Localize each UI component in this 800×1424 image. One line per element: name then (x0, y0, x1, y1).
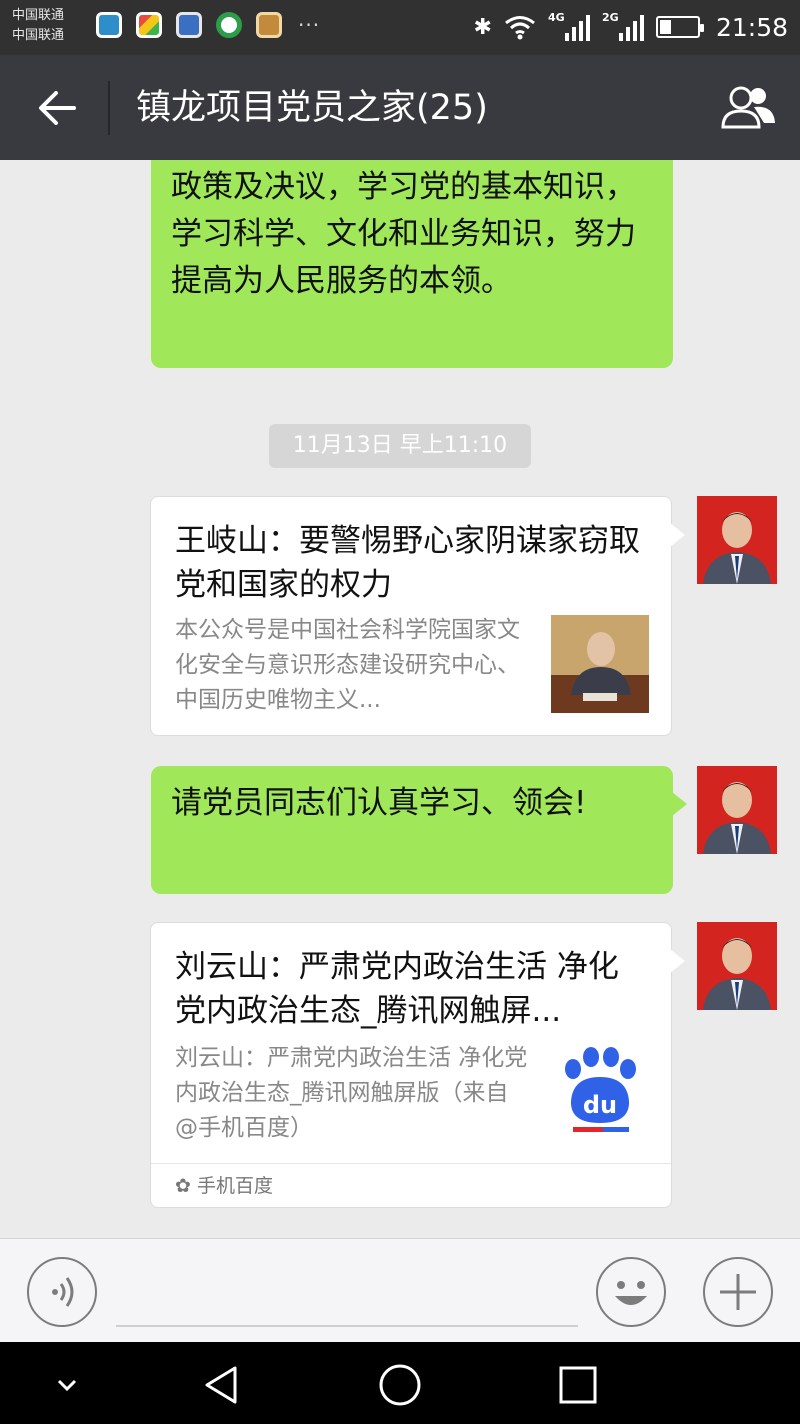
plus-icon (720, 1274, 756, 1310)
article-source: 手机百度 (196, 1175, 273, 1197)
message-bubble[interactable]: 请党员同志们认真学习、领会! (151, 766, 687, 894)
signal-2g-icon: 2G (602, 11, 644, 43)
voice-button[interactable] (27, 1257, 97, 1327)
qq-browser-icon (96, 12, 122, 38)
message-text: 请党员同志们认真学习、领会! (171, 785, 587, 821)
article-card[interactable]: 刘云山：严肃党内政治生活 净化党内政治生态_腾讯网触屏... 刘云山：严肃党内政… (150, 922, 685, 1208)
group-icon[interactable] (718, 83, 778, 133)
emoji-button[interactable] (596, 1257, 666, 1327)
battery-icon (655, 16, 704, 38)
system-navigation-bar (0, 1342, 800, 1424)
circle-home-icon[interactable] (377, 1362, 423, 1408)
baidu-thumbnail: du (551, 1039, 649, 1137)
bluetooth-icon: ✱ (473, 14, 492, 40)
carrier-label-1: 中国联通 (12, 8, 65, 23)
smiley-icon (615, 1281, 647, 1305)
notification-icons: ··· (96, 12, 320, 38)
system-icons: ✱ 4G 2G 21:58 (474, 10, 788, 44)
square-recent-icon[interactable] (555, 1362, 601, 1408)
message-timestamp: 11月13日 早上11:10 (269, 424, 531, 468)
battery-level (659, 20, 671, 34)
chat-title: 镇龙项目党员之家(25) (136, 88, 488, 128)
message-text: 政策及决议，学习党的基本知识，学习科学、文化和业务知识，努力提高为人民服务的本领… (171, 169, 636, 299)
article-title: 刘云山：严肃党内政治生活 净化党内政治生态_腾讯网触屏... (175, 949, 619, 1029)
arrow-left-icon[interactable] (34, 85, 80, 131)
message-bubble[interactable]: 政策及决议，学习党的基本知识，学习科学、文化和业务知识，努力提高为人民服务的本领… (151, 160, 673, 368)
more-notifications-indicator: ··· (298, 13, 321, 37)
signal-4g-icon: 4G (548, 11, 590, 43)
sender-avatar[interactable] (697, 766, 777, 854)
app-store-icon (136, 12, 162, 38)
message-input-bar (0, 1238, 800, 1342)
article-title: 王岐山：要警惕野心家阴谋家窃取党和国家的权力 (175, 523, 640, 603)
article-description: 本公众号是中国社会科学院国家文化安全与意识形态建设研究中心、中国历史唯物主义..… (175, 617, 520, 713)
voice-icon (52, 1277, 74, 1307)
article-card[interactable]: 王岐山：要警惕野心家阴谋家窃取党和国家的权力 本公众号是中国社会科学院国家文化安… (150, 496, 685, 736)
chat-message-list[interactable]: 政策及决议，学习党的基本知识，学习科学、文化和业务知识，努力提高为人民服务的本领… (0, 160, 800, 1238)
article-source-footer: ✿ 手机百度 (151, 1163, 671, 1207)
status-bar: 中国联通 中国联通 ··· ✱ 4G 2G 21:58 (0, 0, 800, 55)
baidu-logo-text: du (582, 1091, 618, 1119)
message-input-field[interactable] (116, 1325, 578, 1327)
baidu-paw-icon (565, 1047, 636, 1132)
network-type-2g: 2G (601, 11, 619, 24)
carrier-label-2: 中国联通 (12, 28, 65, 43)
browser-notification-icon (216, 12, 242, 38)
clock: 21:58 (715, 12, 788, 42)
paw-icon: ✿ (175, 1175, 191, 1197)
header-divider (108, 81, 110, 135)
sender-avatar[interactable] (697, 496, 777, 584)
article-thumbnail (551, 615, 649, 713)
wifi-icon (505, 16, 535, 40)
sender-avatar[interactable] (697, 922, 777, 1010)
network-type-4g: 4G (547, 11, 565, 24)
triangle-back-icon[interactable] (199, 1362, 245, 1408)
chat-header: 镇龙项目党员之家(25) (0, 55, 800, 160)
more-functions-button[interactable] (703, 1257, 773, 1327)
app-notification-icon-2 (256, 12, 282, 38)
article-description: 刘云山：严肃党内政治生活 净化党内政治生态_腾讯网触屏版（来自@手机百度） (175, 1045, 528, 1141)
app-notification-icon (176, 12, 202, 38)
carrier-info: 中国联通 中国联通 (12, 6, 64, 46)
chevron-down-icon[interactable] (44, 1362, 90, 1408)
